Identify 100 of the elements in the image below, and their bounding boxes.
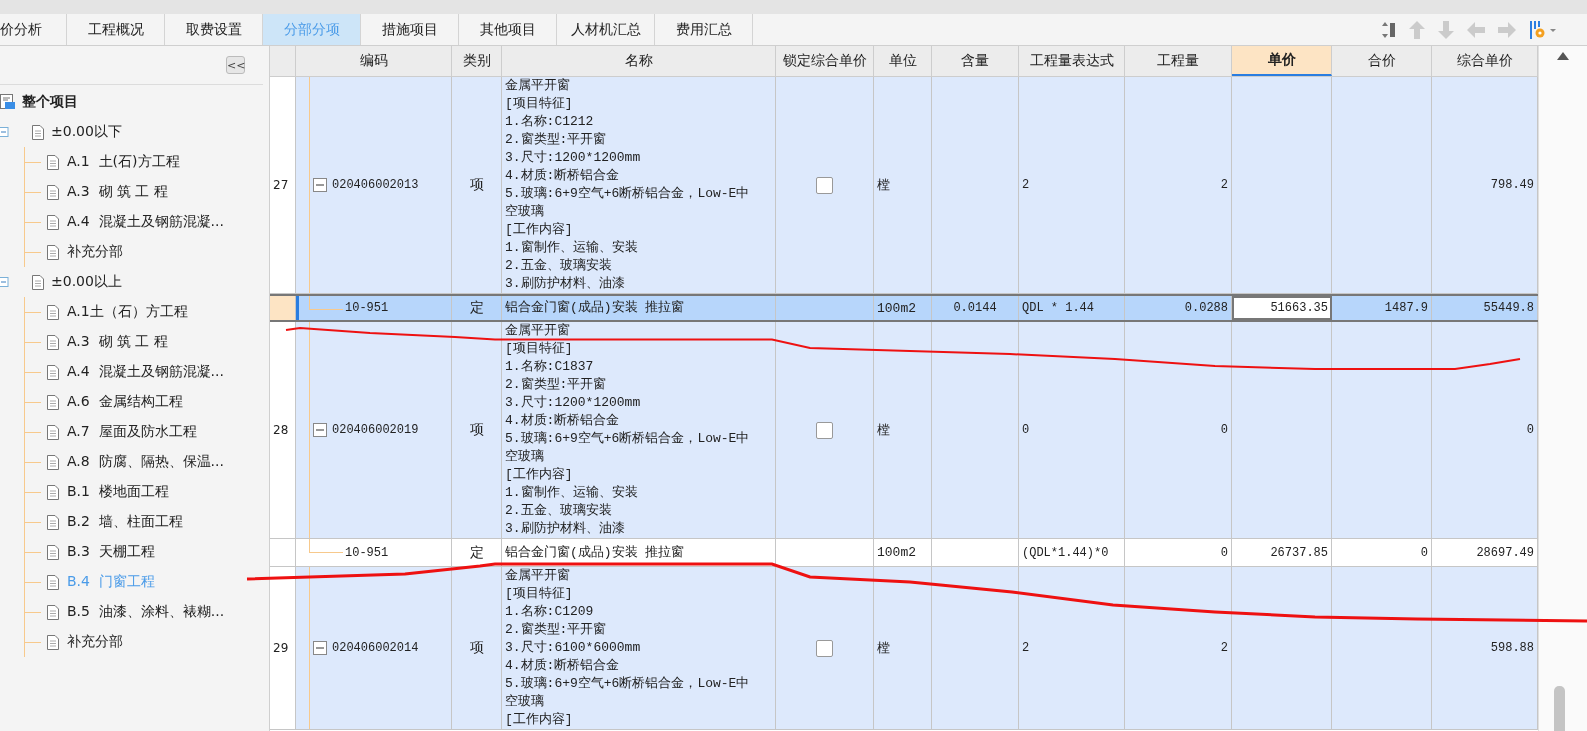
document-icon: [47, 454, 59, 470]
column-settings-icon[interactable]: [1529, 19, 1557, 40]
table-cell: 2: [1125, 77, 1232, 293]
document-icon: [47, 154, 59, 170]
column-header[interactable]: 类别: [452, 46, 502, 76]
table-row[interactable]: 27 020406002013 项 金属平开窗 [项目特征] 1.名称:C1212 2.窗类型:平开窗 3.尺寸:1200*1200mm 4.材质:断桥铝合金 5.玻璃:6+9空气+6断桥铝合金，Low-E中空玻璃 [工作内容] 1.窗制作、运输、安装 2.五金、玻璃安装 3.刷防护材料、油漆 樘 2 2 798.49: [270, 77, 1538, 294]
table-cell: 金属平开窗 [项目特征] 1.名称:C1212 2.窗类型:平开窗 3.尺寸:1200*1200mm 4.材质:断桥铝合金 5.玻璃:6+9空气+6断桥铝合金，Low-E中空玻璃 [工作内容] 1.窗制作、运输、安装 2.五金、玻璃安装 3.刷防护材料、油漆: [502, 77, 776, 293]
row-header[interactable]: [270, 296, 296, 320]
tree-item[interactable]: A.1土（石）方工程: [67, 303, 188, 321]
document-icon: [47, 304, 59, 320]
column-header[interactable]: 锁定综合单价: [776, 46, 874, 76]
document-icon: [32, 124, 44, 140]
row-header[interactable]: 27: [270, 77, 296, 293]
table-cell: 0: [1019, 322, 1125, 538]
scrollbar-thumb[interactable]: [1554, 686, 1565, 731]
table-cell: 定: [452, 296, 502, 320]
document-icon: [47, 514, 59, 530]
checkbox[interactable]: [816, 421, 833, 439]
document-icon: [47, 364, 59, 380]
column-header[interactable]: 单价: [1232, 46, 1332, 76]
table-cell: 26737.85: [1232, 539, 1332, 566]
table-cell: 金属平开窗 [项目特征] 1.名称:C1837 2.窗类型:平开窗 3.尺寸:1200*1200mm 4.材质:断桥铝合金 5.玻璃:6+9空气+6断桥铝合金，Low-E中空玻璃 [工作内容] 1.窗制作、运输、安装 2.五金、玻璃安装 3.刷防护材料、油漆: [502, 322, 776, 538]
document-icon: [47, 184, 59, 200]
table-cell: 项: [452, 567, 502, 729]
table-cell: (QDL*1.44)*0: [1019, 539, 1125, 566]
document-icon: [47, 424, 59, 440]
code-text: 10-951: [345, 301, 389, 315]
tree-item[interactable]: 补充分部: [67, 243, 123, 261]
document-icon: [47, 244, 59, 260]
document-icon: [32, 274, 44, 290]
tree-item[interactable]: B.1 楼地面工程: [67, 483, 169, 501]
tab[interactable]: 价分析: [0, 14, 67, 45]
row-header[interactable]: 28: [270, 322, 296, 538]
table-cell: 100m2: [874, 296, 932, 320]
table-cell: 樘: [874, 567, 932, 729]
table-cell: 铝合金门窗(成品)安装 推拉窗: [502, 296, 776, 320]
tree-line: [309, 296, 343, 310]
tree-item[interactable]: A.7 屋面及防水工程: [67, 423, 197, 441]
collapse-icon[interactable]: [0, 127, 9, 137]
collapse-icon[interactable]: [313, 423, 327, 437]
tree-item[interactable]: A.1 土(石)方工程: [67, 153, 180, 171]
table-cell: 樘: [874, 322, 932, 538]
table-cell: 2: [1019, 567, 1125, 729]
table-cell: 0.0144: [932, 296, 1019, 320]
tree-item[interactable]: 补充分部: [67, 633, 123, 651]
table-row[interactable]: 10-951 定 铝合金门窗(成品)安装 推拉窗 100m2 (QDL*1.44)*0 0 26737.85 0 28697.49: [270, 539, 1538, 567]
table-row[interactable]: 29 020406002014 项 金属平开窗 [项目特征] 1.名称:C1209 2.窗类型:平开窗 3.尺寸:6100*6000mm 4.材质:断桥铝合金 5.玻璃:6+9空气+6断桥铝合金，Low-E中空玻璃 [工作内容] 樘 2 2 598.88: [270, 567, 1538, 730]
table-cell: 2: [1019, 77, 1125, 293]
column-header[interactable]: 合价: [1332, 46, 1432, 76]
column-header[interactable]: 名称: [502, 46, 776, 76]
collapse-icon[interactable]: [0, 277, 9, 287]
document-icon: [47, 214, 59, 230]
collapse-button[interactable]: <<: [226, 56, 245, 74]
scroll-up-icon[interactable]: [1557, 52, 1569, 60]
table-cell: 铝合金门窗(成品)安装 推拉窗: [502, 539, 776, 566]
tree-item[interactable]: ±0.00以下: [51, 123, 122, 141]
table-cell: 定: [452, 539, 502, 566]
table-cell: 项: [452, 322, 502, 538]
document-icon: [47, 634, 59, 650]
tree-item[interactable]: B.5 油漆、涂料、裱糊...: [67, 603, 225, 621]
document-icon: [47, 544, 59, 560]
code-text: 020406002014: [332, 641, 419, 655]
code-text: 10-951: [345, 545, 389, 560]
row-header[interactable]: 29: [270, 567, 296, 729]
table-row[interactable]: 10-951 定 铝合金门窗(成品)安装 推拉窗 100m2 0.0144 QDL * 1.44 0.0288 51663.35 1487.9 55449.8: [270, 294, 1538, 322]
table-cell: 0: [1332, 539, 1432, 566]
document-icon: [47, 604, 59, 620]
collapse-icon[interactable]: [313, 641, 327, 655]
table-row[interactable]: 28 020406002019 项 金属平开窗 [项目特征] 1.名称:C1837 2.窗类型:平开窗 3.尺寸:1200*1200mm 4.材质:断桥铝合金 5.玻璃:6+9空气+6断桥铝合金，Low-E中空玻璃 [工作内容] 1.窗制作、运输、安装 2.五金、玻璃安装 3.刷防护材料、油漆 樘 0 0 0: [270, 322, 1538, 539]
tree-item[interactable]: A.3 砌 筑 工 程: [67, 333, 168, 351]
table-cell: 樘: [874, 77, 932, 293]
collapse-icon[interactable]: [313, 178, 327, 192]
column-header[interactable]: 工程量表达式: [1019, 46, 1125, 76]
column-header[interactable]: 含量: [932, 46, 1019, 76]
tree-item[interactable]: A.3 砌 筑 工 程: [67, 183, 168, 201]
tree-item[interactable]: B.3 天棚工程: [67, 543, 155, 561]
table-cell: 100m2: [874, 539, 932, 566]
tree-item[interactable]: B.2 墙、柱面工程: [67, 513, 183, 531]
checkbox[interactable]: [816, 639, 833, 657]
tree-item[interactable]: A.6 金属结构工程: [67, 393, 183, 411]
code-text: 020406002013: [332, 178, 419, 192]
document-icon: [47, 394, 59, 410]
unit-price-field[interactable]: 51663.35: [1232, 296, 1332, 320]
tree-item[interactable]: 整个项目: [22, 93, 78, 111]
document-icon: [47, 334, 59, 350]
table-cell: 0: [1125, 322, 1232, 538]
tree-item[interactable]: A.4 混凝土及钢筋混凝...: [67, 213, 224, 231]
table-cell: 2: [1125, 567, 1232, 729]
table-cell: 金属平开窗 [项目特征] 1.名称:C1209 2.窗类型:平开窗 3.尺寸:6100*6000mm 4.材质:断桥铝合金 5.玻璃:6+9空气+6断桥铝合金，Low-E中空玻璃 [工作内容]: [502, 567, 776, 729]
code-text: 020406002019: [332, 423, 419, 437]
table-cell: 0: [1125, 539, 1232, 566]
document-icon: [47, 484, 59, 500]
column-header[interactable]: 单位: [874, 46, 932, 76]
tree-item[interactable]: ±0.00以上: [51, 273, 122, 291]
column-header[interactable]: 编码: [296, 46, 452, 76]
table-cell: 1487.9: [1332, 296, 1432, 320]
scrollbar[interactable]: [1538, 46, 1587, 731]
checkbox[interactable]: [816, 176, 833, 194]
tree-item[interactable]: A.4 混凝土及钢筋混凝...: [67, 363, 224, 381]
tree-item[interactable]: A.8 防腐、隔热、保温...: [67, 453, 224, 471]
